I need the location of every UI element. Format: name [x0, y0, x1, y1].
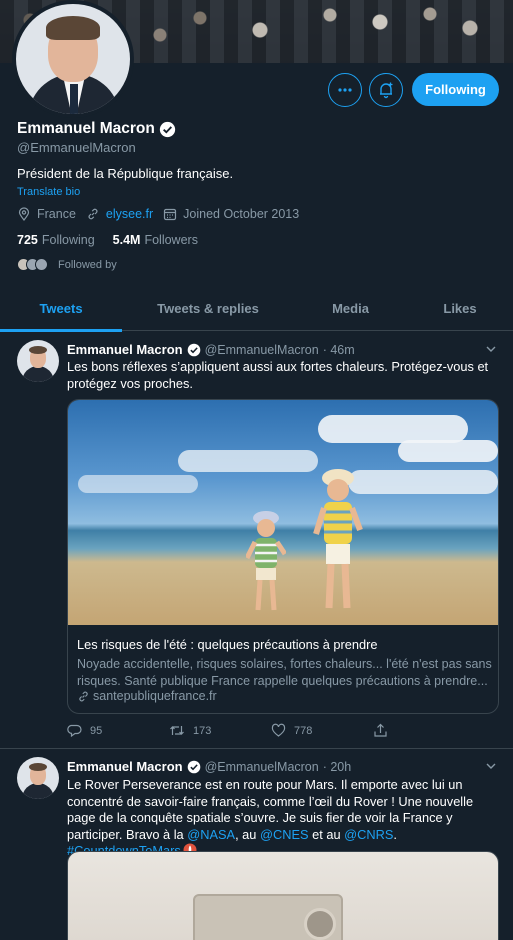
follow-stats: 725 Following 5.4M Followers [17, 233, 198, 247]
verified-icon [187, 760, 200, 773]
joined-date: Joined October 2013 [183, 207, 300, 221]
reply-button[interactable]: 95 [67, 723, 169, 738]
tweet-actions: 95 173 778 [67, 723, 475, 738]
tweet-text-sep: et au [312, 826, 341, 842]
tab-likes[interactable]: Likes [407, 285, 513, 331]
location-text: France [37, 207, 76, 221]
mention-link[interactable]: @CNRS [344, 827, 393, 842]
retweet-icon [170, 726, 184, 735]
like-button[interactable]: 778 [271, 723, 373, 738]
followers-stat[interactable]: 5.4M Followers [113, 233, 198, 247]
tweet-author[interactable]: Emmanuel Macron [67, 759, 183, 774]
tweet-handle[interactable]: @EmmanuelMacron [205, 760, 319, 774]
link-icon [88, 208, 98, 220]
website-link[interactable]: elysee.fr [106, 207, 153, 221]
retweet-count: 173 [193, 724, 212, 737]
more-options-button[interactable] [328, 73, 362, 107]
rover-lens [304, 908, 336, 940]
followed-by[interactable]: Followed by [17, 258, 117, 271]
tweet-text: Les bons réflexes s’appliquent aussi aux… [67, 359, 489, 391]
tweet-author[interactable]: Emmanuel Macron [67, 342, 183, 357]
card-domain: santepubliquefrance.fr [77, 689, 217, 703]
tweet-text-sep: , au [235, 826, 257, 842]
followed-by-avatars [17, 258, 48, 271]
tweet-avatar[interactable] [17, 757, 59, 799]
calendar-icon [164, 208, 177, 221]
verified-icon [159, 121, 175, 137]
tweet-header: Emmanuel Macron @EmmanuelMacron · 20h [67, 759, 351, 774]
tweet-header: Emmanuel Macron @EmmanuelMacron · 46m [67, 342, 355, 357]
profile-name: Emmanuel Macron [17, 120, 176, 138]
tab-media[interactable]: Media [294, 285, 407, 331]
tab-tweets-replies[interactable]: Tweets & replies [122, 285, 294, 331]
more-icon [338, 88, 352, 92]
share-icon [374, 723, 387, 737]
following-stat[interactable]: 725 Following [17, 233, 95, 247]
profile-avatar[interactable] [12, 0, 134, 118]
followers-label: Followers [144, 233, 198, 247]
followers-count: 5.4M [112, 233, 141, 247]
retweet-button[interactable]: 173 [169, 723, 271, 738]
profile-tabs: Tweets Tweets & replies Media Likes [0, 285, 513, 332]
link-card[interactable]: Les risques de l'été : quelques précauti… [67, 399, 499, 714]
notifications-button[interactable] [369, 73, 403, 107]
following-label: Following [41, 233, 95, 247]
link-icon [79, 691, 88, 701]
tweet-time[interactable]: · 20h [323, 760, 352, 774]
following-button[interactable]: Following [412, 73, 499, 106]
tweet-media[interactable] [67, 851, 499, 940]
profile-meta: France elysee.fr Joined October 2013 [17, 207, 299, 221]
card-image [68, 400, 498, 625]
bell-plus-icon [380, 82, 393, 99]
heart-icon [271, 723, 286, 737]
profile-handle: @EmmanuelMacron [17, 140, 136, 155]
tweet-handle[interactable]: @EmmanuelMacron [205, 343, 319, 357]
chevron-down-icon[interactable] [485, 343, 497, 355]
tweet-text-sep: . [393, 826, 397, 842]
tab-tweets[interactable]: Tweets [0, 285, 122, 332]
following-count: 725 [17, 233, 38, 247]
translate-bio-link[interactable]: Translate bio [17, 186, 80, 198]
followed-by-label: Followed by [58, 258, 117, 271]
profile-name-text: Emmanuel Macron [17, 120, 155, 137]
card-domain-text: santepubliquefrance.fr [93, 689, 217, 703]
mention-link[interactable]: @NASA [187, 827, 235, 842]
tweet-time[interactable]: · 46m [323, 343, 355, 357]
reply-count: 95 [90, 724, 103, 737]
card-description: Noyade accidentelle, risques solaires, f… [77, 657, 492, 688]
mention-link[interactable]: @CNES [260, 827, 309, 842]
tweet-avatar[interactable] [17, 340, 59, 382]
like-count: 778 [294, 724, 313, 737]
tweet-text: Le Rover Perseverance est en route pour … [67, 777, 497, 860]
chevron-down-icon[interactable] [485, 760, 497, 772]
location-icon [18, 207, 30, 221]
profile-bio: Président de la République française. [17, 166, 234, 181]
verified-icon [187, 343, 200, 356]
card-title: Les risques de l'été : quelques précauti… [77, 637, 378, 652]
share-button[interactable] [373, 723, 475, 738]
reply-icon [67, 724, 82, 738]
